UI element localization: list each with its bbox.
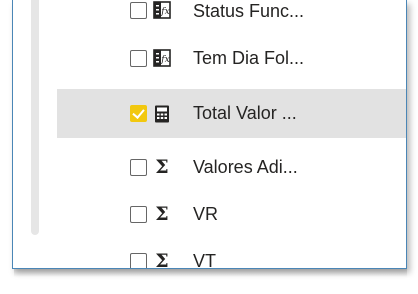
scrollbar[interactable] [31, 0, 39, 268]
field-label: Total Valor ... [193, 103, 297, 123]
sigma-sum-icon: Σ [155, 250, 169, 269]
field-row-status-func[interactable]: fx Status Func... [57, 0, 406, 32]
field-label: Tem Dia Fol... [193, 47, 305, 68]
svg-text:fx: fx [160, 7, 169, 17]
field-label: VR [193, 203, 219, 224]
field-checkbox[interactable] [130, 252, 147, 268]
field-row-tem-dia-fol[interactable]: fx Tem Dia Fol... [57, 34, 406, 82]
svg-text:fx: fx [160, 55, 169, 65]
field-checkbox[interactable] [130, 158, 147, 176]
scrollbar-thumb[interactable] [31, 0, 39, 235]
field-row-valores-adi[interactable]: Σ Valores Adi... [57, 143, 406, 191]
field-checkbox-checked[interactable] [130, 105, 147, 122]
field-label: Status Func... [193, 1, 305, 21]
field-row-total-valor[interactable]: Total Valor ... [57, 89, 406, 138]
field-row-vr[interactable]: Σ VR [57, 190, 406, 238]
field-row-vt[interactable]: Σ VT [57, 237, 406, 269]
calculated-column-icon: fx [152, 48, 172, 68]
field-checkbox[interactable] [130, 2, 147, 19]
sigma-sum-icon: Σ [155, 203, 169, 225]
field-checkbox[interactable] [130, 49, 147, 67]
panel-shadow [14, 269, 407, 277]
field-label: VT [193, 250, 217, 269]
field-list: fx Status Func... fx Tem Dia Fol... Tota… [57, 0, 406, 268]
calculated-column-icon: fx [152, 0, 172, 20]
field-label: Valores Adi... [193, 156, 298, 177]
sigma-sum-icon: Σ [155, 156, 169, 178]
measure-calculator-icon [152, 104, 172, 124]
fields-pane: fx Status Func... fx Tem Dia Fol... Tota… [12, 0, 407, 269]
field-checkbox[interactable] [130, 205, 147, 223]
